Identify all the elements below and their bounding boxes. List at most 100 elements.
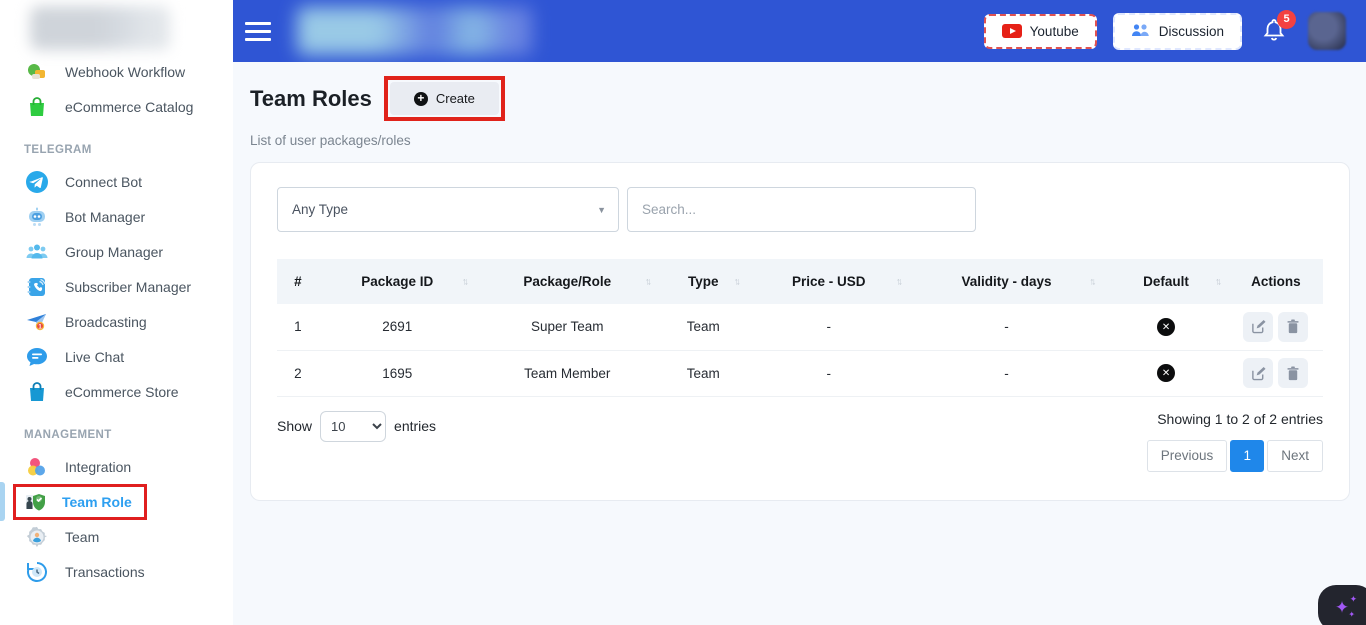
team-roles-table: # Package ID↑↓ Package/Role↑↓ Type↑↓ Pri… (277, 259, 1323, 397)
sort-icon[interactable]: ↑↓ (645, 276, 649, 287)
sidebar-item-bot-manager[interactable]: Bot Manager (0, 199, 233, 234)
notification-count-badge: 5 (1277, 10, 1296, 29)
footer-right: Showing 1 to 2 of 2 entries Previous 1 N… (1147, 411, 1323, 472)
broadcast-plane-icon: 1 (24, 309, 50, 335)
cell-actions (1229, 304, 1323, 350)
edit-icon (1251, 366, 1266, 381)
sidebar-item-broadcasting[interactable]: 1 Broadcasting (0, 304, 233, 339)
sidebar-item-label: Group Manager (65, 244, 163, 260)
sort-icon[interactable]: ↑↓ (462, 276, 466, 287)
sidebar-item-subscriber-manager[interactable]: Subscriber Manager (0, 269, 233, 304)
sidebar-item-label: Team Role (62, 494, 132, 510)
team-role-shield-icon (22, 489, 48, 515)
create-highlight-box: + Create (384, 76, 505, 121)
sidebar-section-telegram: TELEGRAM (0, 124, 233, 164)
previous-page-button[interactable]: Previous (1147, 440, 1228, 472)
shopping-bag-icon (24, 94, 50, 120)
col-default[interactable]: Default↑↓ (1103, 259, 1229, 304)
col-type[interactable]: Type↑↓ (659, 259, 748, 304)
sidebar-item-transactions[interactable]: Transactions (0, 554, 233, 589)
filters-row: Any Type ▼ (277, 187, 1323, 232)
sidebar-item-group-manager[interactable]: Group Manager (0, 234, 233, 269)
cell-price: - (748, 350, 910, 396)
discussion-button[interactable]: Discussion (1113, 13, 1242, 50)
topbar-logo-blurred (297, 7, 532, 55)
delete-button[interactable] (1278, 312, 1308, 342)
delete-button[interactable] (1278, 358, 1308, 388)
cell-type: Team (659, 350, 748, 396)
main-area: Youtube Discussion 5 Team Roles (233, 0, 1366, 625)
show-entries-control: Show 10 entries (277, 411, 436, 442)
topbar-actions: Youtube Discussion 5 (984, 12, 1346, 50)
topbar: Youtube Discussion 5 (233, 0, 1366, 62)
sort-icon[interactable]: ↑↓ (1089, 276, 1093, 287)
sidebar-item-connect-bot[interactable]: Connect Bot (0, 164, 233, 199)
sidebar-item-team[interactable]: Team (0, 519, 233, 554)
table-footer: Show 10 entries Showing 1 to 2 of 2 entr… (277, 411, 1323, 472)
sort-icon[interactable]: ↑↓ (1215, 276, 1219, 287)
col-validity[interactable]: Validity - days↑↓ (910, 259, 1104, 304)
sidebar-item-label: Bot Manager (65, 209, 145, 225)
trash-icon (1286, 319, 1300, 334)
edit-button[interactable] (1243, 358, 1273, 388)
sidebar-item-webhook-workflow[interactable]: Webhook Workflow (0, 54, 233, 89)
entries-summary: Showing 1 to 2 of 2 entries (1157, 411, 1323, 427)
col-package-id[interactable]: Package ID↑↓ (319, 259, 476, 304)
webhook-workflow-icon (24, 59, 50, 85)
discussion-button-label: Discussion (1159, 24, 1224, 39)
sidebar-item-team-role[interactable]: Team Role (0, 484, 233, 519)
active-indicator-bar (0, 482, 5, 521)
sort-icon[interactable]: ↑↓ (896, 276, 900, 287)
sidebar-item-ecommerce-catalog[interactable]: eCommerce Catalog (0, 89, 233, 124)
team-role-highlight-box: Team Role (13, 484, 147, 520)
sidebar-section-management: MANAGEMENT (0, 409, 233, 449)
edit-button[interactable] (1243, 312, 1273, 342)
sidebar-item-label: Subscriber Manager (65, 279, 191, 295)
sidebar-item-ecommerce-store[interactable]: eCommerce Store (0, 374, 233, 409)
chat-bubble-icon (24, 344, 50, 370)
sidebar-item-live-chat[interactable]: Live Chat (0, 339, 233, 374)
page-subtitle: List of user packages/roles (250, 133, 1350, 148)
user-avatar[interactable] (1308, 12, 1346, 50)
create-button[interactable]: + Create (390, 82, 499, 115)
col-actions: Actions (1229, 259, 1323, 304)
next-page-button[interactable]: Next (1267, 440, 1323, 472)
cell-package-id: 2691 (319, 304, 476, 350)
cell-index: 1 (277, 304, 319, 350)
create-button-label: Create (436, 91, 475, 106)
page-title: Team Roles (250, 86, 372, 112)
cell-actions (1229, 350, 1323, 396)
sidebar-item-label: Webhook Workflow (65, 64, 185, 80)
store-bag-icon (24, 379, 50, 405)
page-size-select[interactable]: 10 (320, 411, 386, 442)
sort-icon[interactable]: ↑↓ (734, 276, 738, 287)
type-filter-select[interactable]: Any Type ▼ (277, 187, 619, 232)
youtube-button[interactable]: Youtube (984, 14, 1097, 49)
sidebar-item-label: Live Chat (65, 349, 124, 365)
table-row: 1 2691 Super Team Team - - ✕ (277, 304, 1323, 350)
table-header-row: # Package ID↑↓ Package/Role↑↓ Type↑↓ Pri… (277, 259, 1323, 304)
sidebar-item-integration[interactable]: Integration (0, 449, 233, 484)
cell-default: ✕ (1103, 304, 1229, 350)
sidebar-item-label: Broadcasting (65, 314, 147, 330)
cell-index: 2 (277, 350, 319, 396)
page-1-button[interactable]: 1 (1230, 440, 1264, 472)
page-content: Team Roles + Create List of user package… (233, 62, 1366, 625)
team-roles-card: Any Type ▼ # Package ID↑↓ Package (250, 162, 1350, 501)
search-input[interactable] (627, 187, 976, 232)
hamburger-menu-icon[interactable] (245, 16, 279, 46)
sidebar-logo-blurred (30, 6, 170, 50)
robot-icon (24, 204, 50, 230)
title-row: Team Roles + Create (250, 76, 1350, 121)
sidebar-item-label: eCommerce Catalog (65, 99, 193, 115)
ai-assistant-button[interactable]: ✦✦✦ (1318, 585, 1366, 625)
notification-bell[interactable]: 5 (1262, 17, 1286, 46)
discussion-people-icon (1131, 23, 1151, 40)
contact-book-icon (24, 274, 50, 300)
people-group-icon (24, 239, 50, 265)
cell-type: Team (659, 304, 748, 350)
trash-icon (1286, 366, 1300, 381)
sidebar-item-label: eCommerce Store (65, 384, 179, 400)
col-price[interactable]: Price - USD↑↓ (748, 259, 910, 304)
col-package-role[interactable]: Package/Role↑↓ (476, 259, 659, 304)
